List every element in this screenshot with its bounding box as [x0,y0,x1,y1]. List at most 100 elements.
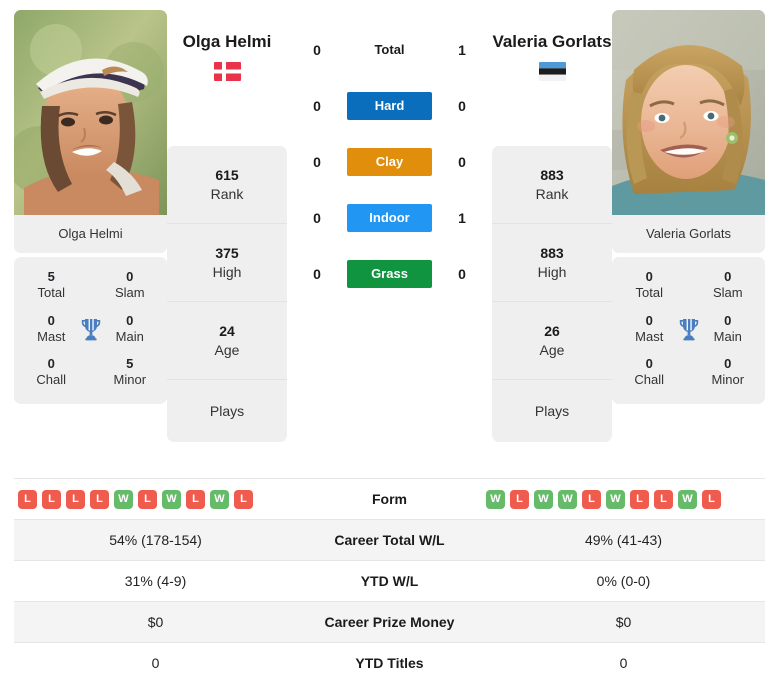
right-rank-card: 883 Rank 883 High 26 Age Plays [492,146,612,442]
left-player-photo-card[interactable]: Olga Helmi [14,10,167,253]
right-titles-chall: 0 Chall [624,356,674,389]
right-age-label: Age [539,341,565,358]
right-player-photo-card[interactable]: Valeria Gorlats [612,10,765,253]
right-titles-mast: 0 Mast [624,313,674,346]
right-titles-panel: 0 Total 0 Slam 0 Mast 0 Main 0 Chall 0 M… [612,257,765,404]
left-age-label: Age [214,341,240,358]
trophy-icon [674,317,702,341]
left-titles-total-value: 5 [47,269,55,284]
left-h2h-grass: 0 [313,266,321,282]
right-rank-value: 883 [540,167,564,184]
right-form-list: WLWWLWLLWL [486,489,761,509]
comparison-table: LLLLWLWLWL Form WLWWLWLLWL 54% (178-154)… [14,478,765,684]
right-age-item: 26 Age [492,302,612,380]
left-titles-chall-value: 0 [47,356,55,371]
right-player-name[interactable]: Valeria Gorlats [492,32,611,53]
form-badge-win: W [534,489,553,509]
form-badge-loss: L [702,489,721,509]
left-h2h-total: 0 [313,42,321,58]
right-titles-main-value: 0 [724,312,732,328]
right-h2h-clay: 0 [458,154,466,170]
right-ytd-titles: 0 [619,655,628,672]
right-titles-main: 0 Main [703,313,753,346]
form-badge-loss: L [186,489,205,509]
right-titles-total-value: 0 [645,269,653,284]
right-titles-slam: 0 Slam [703,269,753,302]
comparison-table-body: LLLLWLWLWL Form WLWWLWLLWL 54% (178-154)… [14,478,765,684]
table-row-form: LLLLWLWLWL Form WLWWLWLLWL [14,478,765,520]
surface-row-indoor: 0 Indoor 1 [287,190,492,246]
right-plays-item: Plays [492,380,612,442]
surface-badge-clay[interactable]: Clay [347,148,432,176]
left-high-value: 375 [215,245,239,262]
left-titles-row-3: 0 Chall 5 Minor [14,350,167,394]
surface-badge-hard[interactable]: Hard [347,92,432,120]
left-h2h-clay: 0 [313,154,321,170]
right-titles-slam-value: 0 [724,269,732,284]
left-titles-mast-value: 0 [47,312,55,328]
surface-row-total: 0 Total 1 [287,22,492,78]
left-h2h-indoor: 0 [313,210,321,226]
form-badge-win: W [162,489,181,509]
right-career-wl: 49% (41-43) [584,532,663,548]
surface-row-grass: 0 Grass 0 [287,246,492,302]
left-career-wl: 54% (178-154) [109,532,202,548]
left-titles-mast-label: Mast [37,328,66,344]
left-titles-chall: 0 Chall [26,356,76,389]
right-rank-column: Valeria Gorlats 883 Rank 883 High 26 Age… [492,10,612,442]
left-age-item: 24 Age [167,302,287,380]
form-badge-loss: L [138,489,157,509]
right-titles-minor-label: Minor [711,372,745,388]
right-rank-item: 883 Rank [492,146,612,224]
right-h2h-grass: 0 [458,266,466,282]
row-label-career-wl: Career Total W/L [334,532,445,548]
right-high-label: High [537,263,567,280]
right-titles-slam-label: Slam [712,285,743,301]
form-badge-loss: L [582,489,601,509]
left-rank-item: 615 Rank [167,146,287,224]
left-age-value: 24 [219,323,235,340]
table-row-career-prize: $0 Career Prize Money $0 [14,601,765,643]
form-badge-loss: L [510,489,529,509]
flag-estonia-icon [538,61,566,81]
trophy-icon [76,317,104,341]
row-label-ytd-titles: YTD Titles [355,655,424,672]
left-titles-panel: 5 Total 0 Slam 0 Mast 0 Main 0 Chall 5 M… [14,257,167,404]
right-form-cell: WLWWLWLLWL [482,479,765,520]
right-rank-label: Rank [535,185,569,202]
left-ytd-wl: 31% (4-9) [124,573,187,589]
left-player-name[interactable]: Olga Helmi [183,32,272,53]
right-h2h-indoor: 1 [458,210,466,226]
right-player-column: Valeria Gorlats 0 Total 0 Slam 0 Mast 0 … [612,10,765,404]
left-titles-minor: 5 Minor [105,356,155,389]
right-titles-total: 0 Total [624,269,674,302]
right-titles-main-label: Main [713,328,742,344]
form-badge-win: W [210,489,229,509]
surface-badge-grass[interactable]: Grass [347,260,432,288]
right-high-item: 883 High [492,224,612,302]
right-player-photo [612,10,765,215]
left-form-cell: LLLLWLWLWL [14,479,297,520]
left-ytd-titles: 0 [151,655,160,672]
left-player-column: Olga Helmi 5 Total 0 Slam 0 Mast 0 Main … [14,10,167,404]
left-career-prize: $0 [147,614,164,630]
surface-label-total: Total [374,42,405,57]
right-titles-row-3: 0 Chall 0 Minor [612,350,765,394]
form-badge-loss: L [630,489,649,509]
left-titles-total: 5 Total [26,269,76,302]
left-rank-card: 615 Rank 375 High 24 Age Plays [167,146,287,442]
left-rank-label: Rank [210,185,244,202]
left-titles-total-label: Total [37,285,65,301]
comparison-header: Olga Helmi 5 Total 0 Slam 0 Mast 0 Main … [0,0,779,478]
surface-comparison: 0 Total 1 0 Hard 0 0 Clay 0 0 Indoor 1 0 [287,10,492,302]
surface-badge-indoor[interactable]: Indoor [347,204,432,232]
form-badge-loss: L [66,489,85,509]
left-titles-main-label: Main [115,328,144,344]
right-titles-row-2: 0 Mast 0 Main [612,307,765,351]
left-high-label: High [212,263,242,280]
form-badge-loss: L [234,489,253,509]
left-titles-row-1: 5 Total 0 Slam [14,263,167,307]
right-plays-label: Plays [534,402,570,419]
flag-denmark-icon [213,61,241,81]
left-titles-main: 0 Main [105,313,155,346]
